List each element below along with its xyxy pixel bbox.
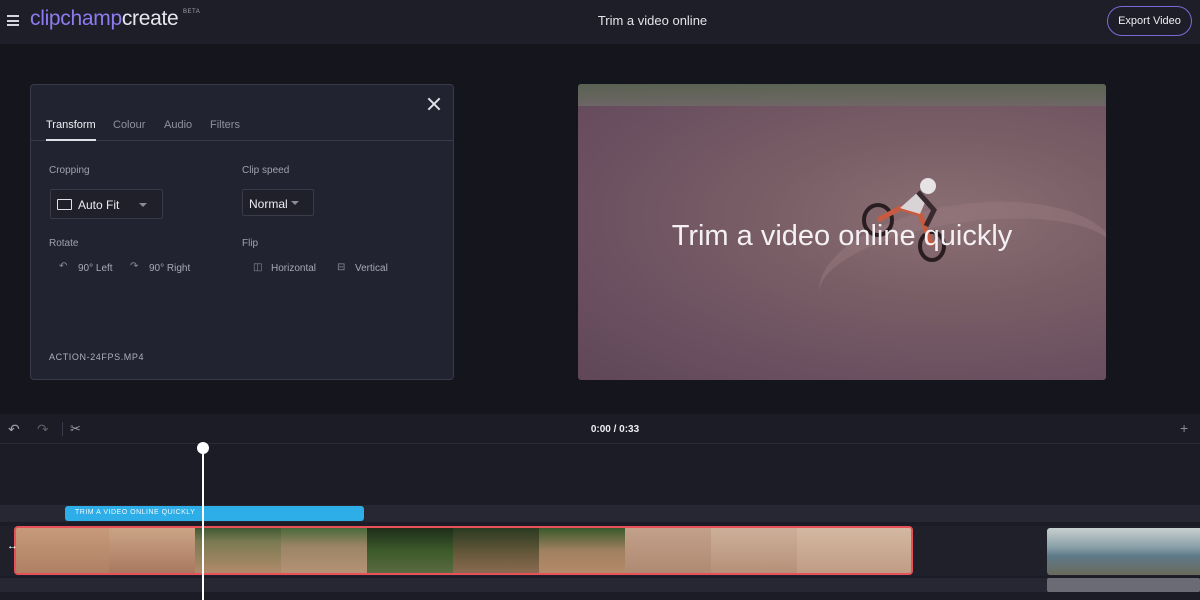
playhead-handle[interactable] xyxy=(197,442,209,454)
audio-clip-next[interactable] xyxy=(1047,578,1200,592)
rotate-left-button[interactable]: 90° Left xyxy=(78,263,113,274)
clip-thumbnail xyxy=(625,528,711,573)
page-title: Trim a video online xyxy=(597,13,708,28)
preview-dirt-track xyxy=(809,183,1106,365)
chevron-down-icon xyxy=(291,201,299,205)
preview-text-overlay: Trim a video online quickly xyxy=(671,220,1013,252)
text-clip[interactable]: TRIM A VIDEO ONLINE QUICKLY xyxy=(65,506,364,521)
preview-background xyxy=(578,84,1106,106)
rotate-right-button[interactable]: 90° Right xyxy=(149,263,190,274)
trim-handle-icon[interactable]: ↔ xyxy=(7,540,18,552)
video-preview[interactable]: Trim a video online quickly xyxy=(578,84,1106,380)
top-bar: clipchampcreate BETA Trim a video online… xyxy=(0,0,1200,44)
add-icon[interactable]: + xyxy=(1180,420,1188,436)
tab-colour[interactable]: Colour xyxy=(113,119,145,141)
flip-horizontal-button[interactable]: Horizontal xyxy=(271,263,316,274)
video-clip-selected[interactable] xyxy=(14,526,913,575)
tab-filters[interactable]: Filters xyxy=(210,119,240,141)
clip-filename: ACTION-24FPS.MP4 xyxy=(49,352,145,362)
clip-settings-panel: Transform Colour Audio Filters Cropping … xyxy=(30,84,454,380)
timeline-toolbar: ↶ ↷ ✂ 0:00 / 0:33 + xyxy=(0,414,1200,444)
panel-tabs: Transform Colour Audio Filters xyxy=(31,119,453,141)
tab-audio[interactable]: Audio xyxy=(164,119,192,141)
flip-label: Flip xyxy=(242,238,259,249)
clip-thumbnail xyxy=(281,528,367,573)
clip-speed-label: Clip speed xyxy=(242,165,290,176)
clip-thumbnail xyxy=(539,528,625,573)
clip-thumbnail xyxy=(195,528,281,573)
chevron-down-icon xyxy=(139,203,147,207)
tab-transform[interactable]: Transform xyxy=(46,119,96,141)
rotate-right-icon[interactable]: ↷ xyxy=(130,261,138,272)
cropping-label: Cropping xyxy=(49,165,90,176)
video-clip-next[interactable] xyxy=(1047,528,1200,575)
export-video-button[interactable]: Export Video xyxy=(1107,6,1192,36)
rotate-left-icon[interactable]: ↶ xyxy=(59,261,67,272)
clip-thumbnail xyxy=(711,528,797,573)
clip-thumbnail xyxy=(109,528,195,573)
rotate-label: Rotate xyxy=(49,238,79,249)
flip-vertical-button[interactable]: Vertical xyxy=(355,263,388,274)
flip-horizontal-icon[interactable]: ◫ xyxy=(253,262,262,273)
clip-thumbnail xyxy=(453,528,539,573)
clip-thumbnail xyxy=(16,528,109,573)
clip-speed-select[interactable]: Normal xyxy=(242,189,314,216)
screen-icon xyxy=(57,199,72,210)
close-icon[interactable] xyxy=(427,97,441,111)
audio-track xyxy=(0,578,1200,592)
playhead[interactable] xyxy=(202,448,204,600)
clip-thumbnail xyxy=(797,528,911,573)
timecode: 0:00 / 0:33 xyxy=(590,424,640,435)
clip-thumbnail xyxy=(367,528,453,573)
cropping-select[interactable]: Auto Fit xyxy=(50,189,163,219)
flip-vertical-icon[interactable]: ⊟ xyxy=(337,262,345,273)
